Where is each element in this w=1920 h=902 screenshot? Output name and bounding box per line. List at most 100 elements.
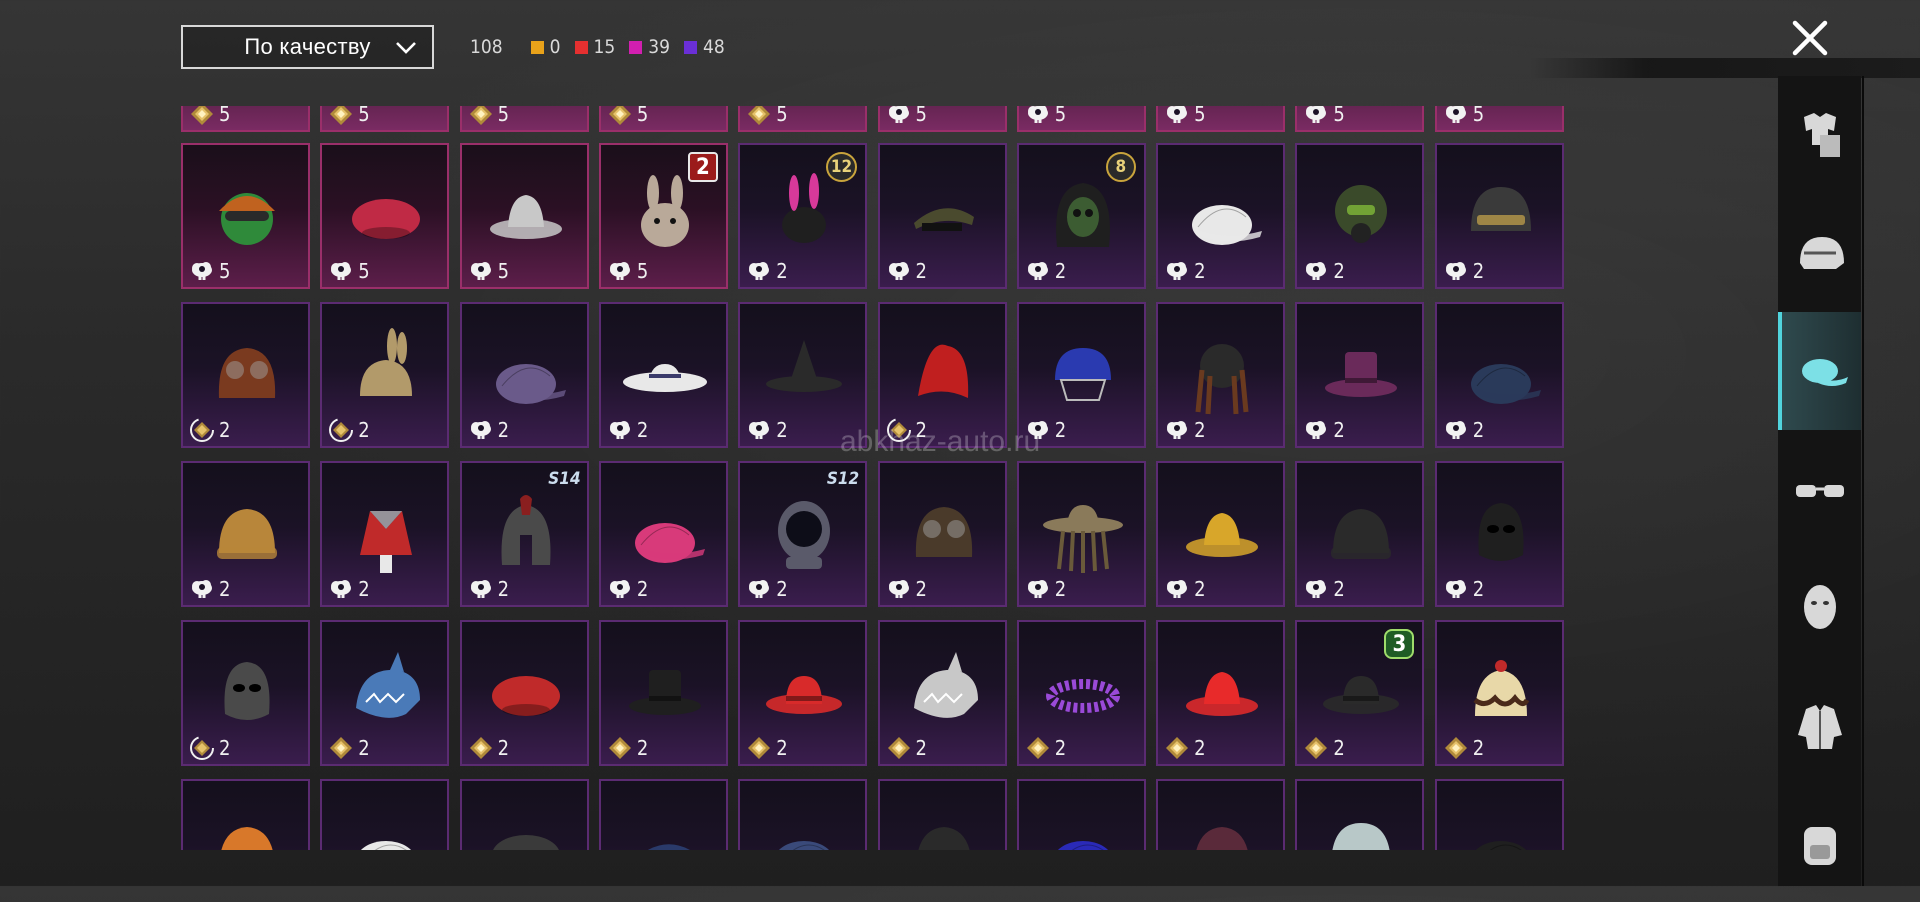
item-tile[interactable]: 2 — [877, 461, 1007, 607]
item-tile[interactable]: 5 — [459, 106, 589, 132]
item-tile[interactable]: 2 — [1295, 302, 1425, 448]
item-tile[interactable]: 5 — [738, 106, 868, 132]
sidebar-tab-backpack[interactable] — [1778, 784, 1861, 902]
item-tile[interactable]: 5 — [459, 143, 589, 289]
item-tile[interactable]: 5 — [181, 106, 310, 132]
tophat-icon — [1315, 326, 1407, 414]
item-tile[interactable]: 5 — [1434, 106, 1564, 132]
sidebar-tab-cap[interactable] — [1778, 312, 1861, 430]
sidebar-tab-outfit[interactable] — [1778, 76, 1861, 194]
officer-icon — [619, 803, 711, 850]
item-tile[interactable]: 5 — [320, 106, 450, 132]
item-price: 5 — [328, 258, 370, 284]
sidebar-tab-face[interactable] — [1778, 548, 1861, 666]
item-price: 2 — [189, 576, 230, 602]
item-tile[interactable]: 2 — [320, 461, 450, 607]
item-tile[interactable]: 2 — [181, 302, 310, 448]
rarity-counts: 108 0 15 39 48 — [470, 36, 725, 58]
item-price-value: 2 — [1472, 577, 1485, 601]
item-tile[interactable] — [181, 779, 310, 850]
item-price-value: 2 — [219, 577, 231, 601]
item-tile[interactable]: 2 — [1156, 461, 1286, 607]
item-tile[interactable]: 32 — [1295, 620, 1425, 766]
item-tile[interactable]: 82 — [1016, 143, 1146, 289]
item-tile[interactable]: 2 — [181, 620, 310, 766]
item-tile[interactable]: 2 — [877, 620, 1007, 766]
item-tile[interactable]: 5 — [598, 106, 728, 132]
item-tile[interactable]: 2 — [1295, 143, 1425, 289]
item-price-value: 2 — [776, 736, 788, 760]
item-tile[interactable]: 2 — [1016, 620, 1146, 766]
item-tile[interactable]: 2 — [598, 620, 728, 766]
item-tile[interactable]: 2 — [1295, 461, 1425, 607]
item-tile[interactable]: 2 — [1156, 302, 1286, 448]
sidebar-tab-helmet[interactable] — [1778, 194, 1861, 312]
item-tile[interactable]: 2 — [1434, 143, 1564, 289]
item-tile[interactable]: 2 — [459, 302, 589, 448]
cloud-coin-icon — [328, 258, 354, 284]
item-tile[interactable]: 5 — [1295, 106, 1425, 132]
sunhat-icon — [619, 326, 711, 414]
item-tile[interactable]: 25 — [598, 143, 728, 289]
item-tile[interactable]: 2 — [1434, 620, 1564, 766]
gold-coin-icon — [328, 735, 354, 761]
item-tile[interactable] — [459, 779, 589, 850]
item-price: 2 — [1025, 258, 1066, 284]
cloud-coin-icon — [746, 417, 772, 443]
cloud-coin-icon — [886, 576, 912, 602]
item-tile[interactable]: 2 — [877, 143, 1007, 289]
cap-icon — [480, 326, 572, 414]
item-tile[interactable]: 2 — [1434, 302, 1564, 448]
season-badge: S14 — [548, 469, 581, 489]
item-tile[interactable]: 2 — [877, 302, 1007, 448]
item-tile[interactable]: 2 — [1016, 302, 1146, 448]
item-tile[interactable]: 2 — [738, 302, 868, 448]
item-price: 5 — [468, 106, 509, 127]
item-price: 2 — [328, 417, 370, 443]
cap-icon — [340, 803, 432, 850]
item-tile[interactable] — [877, 779, 1007, 850]
sidebar-tab-glasses[interactable] — [1778, 430, 1861, 548]
item-tile[interactable]: 5 — [877, 106, 1007, 132]
item-tile[interactable] — [320, 779, 450, 850]
spartan-icon — [480, 485, 572, 573]
item-tile[interactable]: 2 — [598, 302, 728, 448]
close-icon[interactable] — [1790, 18, 1830, 58]
item-price: 5 — [1303, 106, 1345, 127]
item-tile[interactable] — [1156, 779, 1286, 850]
sort-dropdown[interactable]: По качеству — [181, 25, 434, 69]
item-tile[interactable]: 2 — [1156, 620, 1286, 766]
item-tile[interactable]: 2 — [320, 302, 450, 448]
balaclava-icon — [201, 644, 293, 732]
item-tile[interactable] — [738, 779, 868, 850]
item-tile[interactable]: 2 — [738, 620, 868, 766]
item-tile[interactable]: 5 — [1016, 106, 1146, 132]
item-price-value: 2 — [1194, 259, 1206, 283]
inventory-grid-viewport[interactable]: 5 5 5 5 5 5 5 5 5 5 5 5 5 2 5 12 2 2 8 2 2 2 2 2 2 2 2 2 2 2 2 2 2 2 2 S14 2… — [181, 106, 1571, 850]
item-tile[interactable]: S12 2 — [738, 461, 868, 607]
item-tile[interactable]: 2 — [181, 461, 310, 607]
item-tile[interactable]: 2 — [320, 620, 450, 766]
sidebar-tab-jacket[interactable] — [1778, 666, 1861, 784]
item-tile[interactable]: 2 — [1434, 461, 1564, 607]
item-tile[interactable]: 5 — [320, 143, 450, 289]
item-tile[interactable]: S14 2 — [459, 461, 589, 607]
item-tile[interactable] — [1016, 779, 1146, 850]
item-tile[interactable]: 2 — [459, 620, 589, 766]
item-tile[interactable]: 2 — [598, 461, 728, 607]
item-price-value: 5 — [358, 106, 370, 126]
cloud-coin-icon — [189, 576, 215, 602]
item-tile[interactable] — [1295, 779, 1425, 850]
item-tile[interactable]: 2 — [1016, 461, 1146, 607]
helmet-icon — [1455, 167, 1547, 255]
item-tile[interactable]: 12 2 — [738, 143, 868, 289]
item-tile[interactable]: 5 — [181, 143, 310, 289]
item-tile[interactable]: 2 — [1156, 143, 1286, 289]
item-price-value: 5 — [219, 259, 231, 283]
item-tile[interactable] — [1434, 779, 1564, 850]
item-tile[interactable] — [598, 779, 728, 850]
item-price-value: 2 — [1472, 418, 1485, 442]
item-tile[interactable]: 5 — [1156, 106, 1286, 132]
cloud-coin-icon — [1443, 576, 1469, 602]
sort-dropdown-label: По качеству — [244, 34, 371, 59]
